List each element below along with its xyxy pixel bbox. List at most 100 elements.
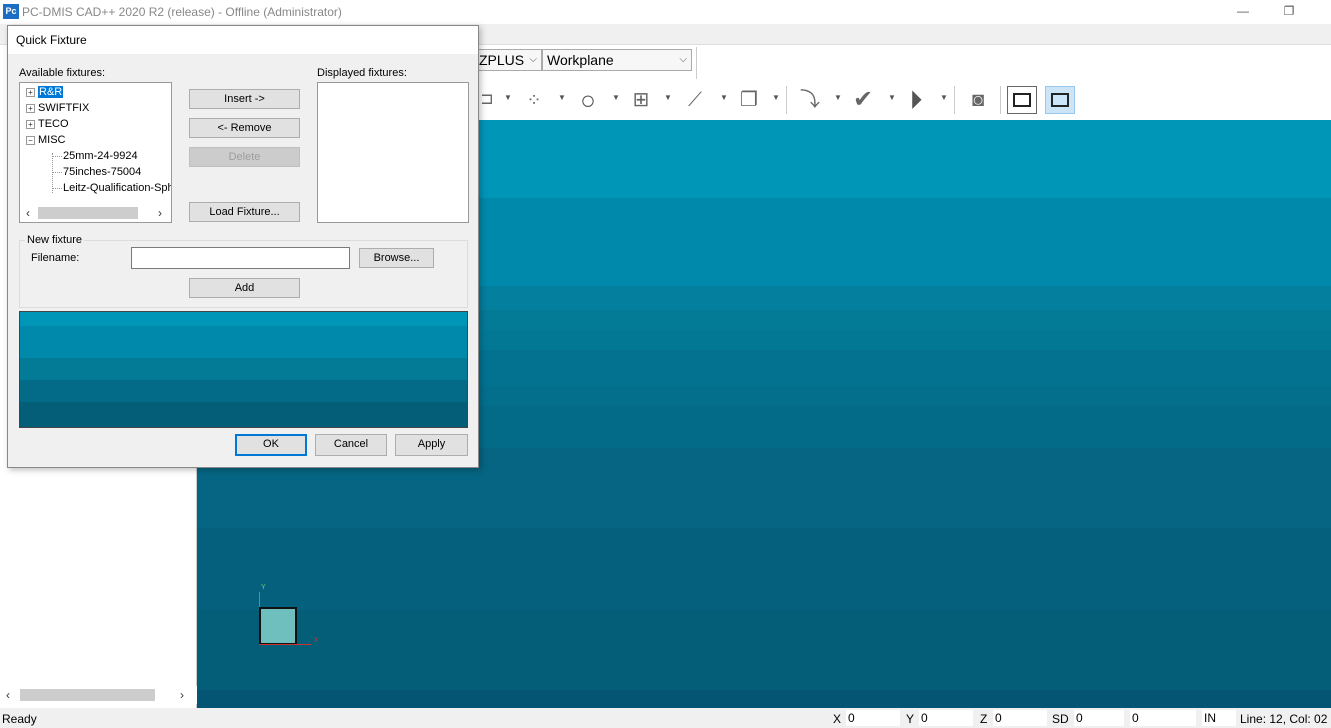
tree-item[interactable]: 25mm-24-9924 xyxy=(52,150,138,162)
report-view-frame xyxy=(1013,93,1031,107)
expand-icon[interactable]: + xyxy=(26,87,35,97)
dropdown-arrow-icon[interactable]: ▼ xyxy=(940,93,948,102)
x-axis-line xyxy=(259,644,311,645)
gradient-band xyxy=(20,402,467,427)
view-direction-value: ZPLUS xyxy=(479,52,525,68)
restore-button[interactable]: ❐ xyxy=(1274,2,1304,20)
gradient-band xyxy=(197,610,1331,690)
gradient-band xyxy=(197,690,1331,708)
line-col-indicator: Line: 12, Col: 02 xyxy=(1240,712,1328,726)
tree-item-label: SWIFTFIX xyxy=(38,102,90,114)
point-feature-icon[interactable]: ⁘ xyxy=(520,86,548,114)
displayed-fixtures-label: Displayed fixtures: xyxy=(317,67,407,79)
gradient-band xyxy=(197,528,1331,610)
insert-button[interactable]: Insert -> xyxy=(189,89,300,109)
expand-icon[interactable]: + xyxy=(26,119,35,129)
circle-feature-icon[interactable]: ○ xyxy=(573,86,603,114)
displayed-fixtures-list[interactable] xyxy=(317,82,469,223)
checkmark-icon[interactable]: ✔ xyxy=(847,86,879,114)
scroll-left-icon[interactable]: ‹ xyxy=(26,206,30,220)
tree-horizontal-scrollbar[interactable]: ‹ › xyxy=(20,204,171,222)
expand-icon[interactable]: + xyxy=(26,103,35,113)
x-axis-label: X xyxy=(314,637,319,644)
chevron-down-icon: ⌵ xyxy=(679,54,687,65)
dropdown-arrow-icon[interactable]: ▼ xyxy=(504,93,512,102)
tree-item[interactable]: + SWIFTFIX xyxy=(26,102,89,114)
graph-view-icon[interactable] xyxy=(1045,86,1075,114)
tree-item-label: 75inches-75004 xyxy=(63,166,142,178)
gradient-band xyxy=(20,312,467,326)
horizontal-scrollbar[interactable]: ‹ › xyxy=(0,686,197,704)
scroll-right-icon[interactable]: › xyxy=(158,206,162,220)
units-value: IN xyxy=(1202,710,1236,726)
cancel-button[interactable]: Cancel xyxy=(315,434,387,456)
load-fixture-button[interactable]: Load Fixture... xyxy=(189,202,300,222)
toolbar-divider xyxy=(1000,86,1001,114)
ok-button[interactable]: OK xyxy=(235,434,307,456)
browse-button[interactable]: Browse... xyxy=(359,248,434,268)
report-view-icon[interactable] xyxy=(1007,86,1037,114)
add-button[interactable]: Add xyxy=(189,278,300,298)
filename-label: Filename: xyxy=(31,252,80,264)
x-coord-value: 0 xyxy=(846,710,900,726)
tree-item-label: TECO xyxy=(38,118,69,130)
toolbar-divider xyxy=(786,86,787,114)
tree-item[interactable]: − MISC xyxy=(26,134,66,146)
scroll-left-icon[interactable]: ‹ xyxy=(6,688,10,702)
minimize-button[interactable]: — xyxy=(1228,2,1258,20)
filename-input[interactable] xyxy=(131,247,350,269)
scroll-thumb[interactable] xyxy=(38,207,138,219)
new-fixture-title: New fixture xyxy=(25,234,85,246)
collapse-icon[interactable]: − xyxy=(26,135,35,145)
workplane-select[interactable]: Workplane ⌵ xyxy=(542,49,692,71)
construct-icon[interactable]: ⊐ xyxy=(480,86,494,114)
camera-icon[interactable]: ◙ xyxy=(962,86,994,114)
scroll-thumb[interactable] xyxy=(20,689,155,701)
tree-connector xyxy=(52,155,62,157)
copy-icon[interactable]: ❐ xyxy=(734,86,764,114)
z-coord-value: 0 xyxy=(993,710,1047,726)
dimension-icon[interactable]: ⟋ xyxy=(678,86,712,114)
play-icon[interactable]: ⏵ xyxy=(900,86,932,114)
tree-item[interactable]: + R&R xyxy=(26,86,64,98)
x-coord-label: X xyxy=(833,712,842,726)
delete-button[interactable]: Delete xyxy=(189,147,300,167)
title-bar: Pc PC-DMIS CAD++ 2020 R2 (release) - Off… xyxy=(0,0,1331,24)
sd-label: SD xyxy=(1052,712,1069,726)
dialog-title: Quick Fixture xyxy=(8,26,478,54)
tree-item[interactable]: + TECO xyxy=(26,118,69,130)
tree-item-label: 25mm-24-9924 xyxy=(63,150,138,162)
dropdown-arrow-icon[interactable]: ▼ xyxy=(834,93,842,102)
toolbar-divider xyxy=(954,86,955,114)
tree-item-label: MISC xyxy=(38,134,66,146)
dropdown-arrow-icon[interactable]: ▼ xyxy=(720,93,728,102)
dropdown-arrow-icon[interactable]: ▼ xyxy=(612,93,620,102)
tree-item-label: R&R xyxy=(38,86,64,98)
view-direction-select[interactable]: ZPLUS ⌵ xyxy=(474,49,542,71)
available-fixtures-tree[interactable]: + R&R + SWIFTFIX + TECO − MISC 25mm-24-9924 75inc… xyxy=(19,82,172,223)
part-model[interactable] xyxy=(259,607,297,645)
graph-view-frame xyxy=(1051,93,1069,107)
tree-item[interactable]: 75inches-75004 xyxy=(52,166,141,178)
tree-connector xyxy=(52,187,62,189)
gradient-band xyxy=(20,358,467,380)
remove-button[interactable]: <- Remove xyxy=(189,118,300,138)
apply-button[interactable]: Apply xyxy=(395,434,468,456)
path-icon[interactable]: ⤵ xyxy=(794,86,826,114)
scroll-right-icon[interactable]: › xyxy=(180,688,184,702)
y-axis-line xyxy=(259,592,260,608)
chevron-down-icon: ⌵ xyxy=(529,54,537,65)
gradient-band xyxy=(20,380,467,402)
y-coord-label: Y xyxy=(906,712,915,726)
dropdown-arrow-icon[interactable]: ▼ xyxy=(558,93,566,102)
dropdown-arrow-icon[interactable]: ▼ xyxy=(888,93,896,102)
alignment-icon[interactable]: ⊞ xyxy=(626,86,656,114)
tree-item-label: Leitz-Qualification-Sph xyxy=(63,182,172,194)
fixture-preview xyxy=(19,311,468,428)
z-coord-label: Z xyxy=(980,712,988,726)
dropdown-arrow-icon[interactable]: ▼ xyxy=(664,93,672,102)
quick-fixture-dialog: Quick Fixture Available fixtures: Displa… xyxy=(7,25,479,468)
dropdown-arrow-icon[interactable]: ▼ xyxy=(772,93,780,102)
tree-item[interactable]: Leitz-Qualification-Sph xyxy=(52,182,172,194)
app-logo-icon: Pc xyxy=(3,4,19,19)
